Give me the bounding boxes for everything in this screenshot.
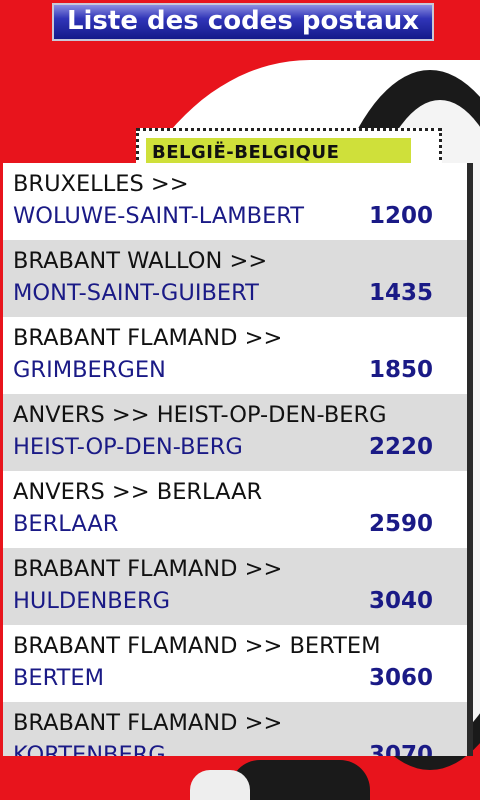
- region-label: BRUXELLES >>: [13, 171, 189, 197]
- postal-code: 1435: [368, 280, 433, 306]
- stamp-bottom-light: [190, 770, 250, 800]
- postal-code-list[interactable]: BRUXELLES >> WOLUWE-SAINT-LAMBERT 1200 B…: [3, 163, 467, 756]
- postal-code: 2220: [368, 434, 433, 460]
- stamp-bottom-dark: [230, 760, 370, 800]
- postal-code: 1200: [368, 203, 433, 229]
- list-item[interactable]: BRABANT WALLON >> MONT-SAINT-GUIBERT 143…: [3, 240, 467, 317]
- region-label: BRABANT FLAMAND >>: [13, 325, 283, 351]
- region-label: BRABANT FLAMAND >> BERTEM: [13, 633, 381, 659]
- postal-code: 2590: [368, 511, 433, 537]
- region-label: BRABANT FLAMAND >>: [13, 710, 283, 736]
- list-item[interactable]: BRABANT FLAMAND >> GRIMBERGEN 1850: [3, 317, 467, 394]
- region-label: BRABANT FLAMAND >>: [13, 556, 283, 582]
- region-label: ANVERS >> BERLAAR: [13, 479, 263, 505]
- list-item[interactable]: BRABANT FLAMAND >> HULDENBERG 3040: [3, 548, 467, 625]
- postal-code: 3060: [368, 665, 433, 691]
- page-title: Liste des codes postaux: [52, 3, 434, 41]
- region-label: BRABANT WALLON >>: [13, 248, 268, 274]
- list-item[interactable]: BRABANT FLAMAND >> BERTEM BERTEM 3060: [3, 625, 467, 702]
- postal-code: 1850: [368, 357, 433, 383]
- postal-code: 3070: [368, 742, 433, 756]
- list-item[interactable]: BRABANT FLAMAND >> KORTENBERG 3070: [3, 702, 467, 756]
- scrollbar[interactable]: [467, 163, 473, 756]
- list-item[interactable]: ANVERS >> BERLAAR BERLAAR 2590: [3, 471, 467, 548]
- region-label: ANVERS >> HEIST-OP-DEN-BERG: [13, 402, 387, 428]
- postal-code: 3040: [368, 588, 433, 614]
- list-item[interactable]: ANVERS >> HEIST-OP-DEN-BERG HEIST-OP-DEN…: [3, 394, 467, 471]
- list-item[interactable]: BRUXELLES >> WOLUWE-SAINT-LAMBERT 1200: [3, 163, 467, 240]
